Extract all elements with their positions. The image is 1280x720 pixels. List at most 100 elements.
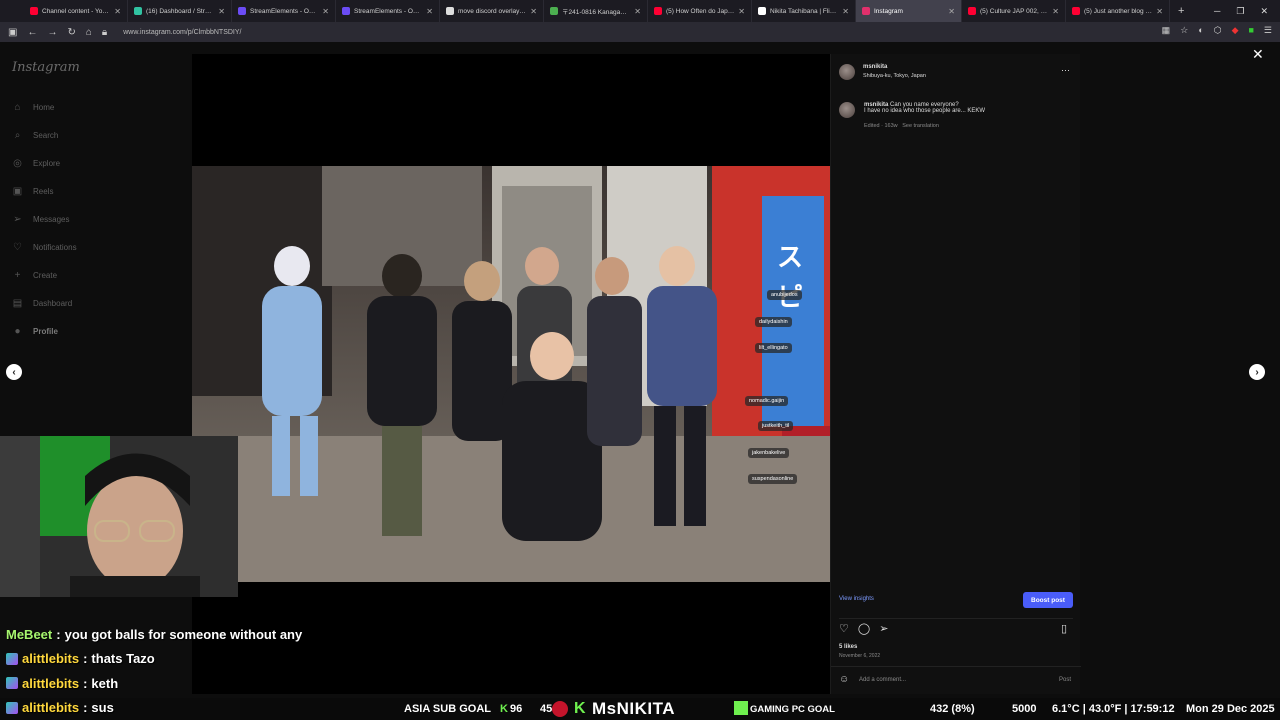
browser-tab[interactable]: 〒241-0816 Kanagawa, Yokohama✕ xyxy=(544,0,648,22)
bookmark-star-icon[interactable]: ☆ xyxy=(1180,25,1188,36)
extension-icon[interactable]: ⬡ xyxy=(1214,25,1222,36)
sidebar-item-profile[interactable]: ● Profile xyxy=(12,326,58,337)
reader-icon[interactable]: ▦ xyxy=(1162,25,1171,36)
sidebar-item-label: Messages xyxy=(33,215,70,224)
tab-close-icon[interactable]: ✕ xyxy=(322,7,329,16)
browser-tab[interactable]: Channel content - YouTube ✕ xyxy=(24,0,128,22)
browser-tab[interactable]: (16) Dashboard / Streamlabs ✕ xyxy=(128,0,232,22)
sidebar-item-create[interactable]: + Create xyxy=(12,270,57,281)
tab-close-icon[interactable]: ✕ xyxy=(1052,7,1059,16)
user-tag[interactable]: jakenbakelive xyxy=(748,448,790,458)
share-icon[interactable]: ➢ xyxy=(879,622,888,635)
sidebar-item-dashboard[interactable]: ▤ Dashboard xyxy=(12,298,72,309)
post-comment-button[interactable]: Post xyxy=(1059,677,1071,683)
browser-tab[interactable]: move discord overlay in game✕ xyxy=(440,0,544,22)
post-location[interactable]: Shibuya-ku, Tokyo, Japan xyxy=(863,73,926,79)
home-browser-icon[interactable]: ⌂ xyxy=(86,27,92,38)
tab-close-icon[interactable]: ✕ xyxy=(114,7,121,16)
post-details-panel: msnikita Shibuya-ku, Tokyo, Japan ⋯ msni… xyxy=(830,54,1081,694)
prev-arrow-icon[interactable]: ‹ xyxy=(6,364,22,380)
plus-icon: + xyxy=(14,270,21,281)
sidebar-item-reels[interactable]: ▣ Reels xyxy=(12,186,54,197)
user-tag[interactable]: dailydaishin xyxy=(755,317,792,327)
browser-tab[interactable]: (5) How Often do Japanese ✕ xyxy=(648,0,752,22)
edited-time: Edited · 163w xyxy=(864,123,898,129)
emoji-icon[interactable]: ☺ xyxy=(839,674,849,685)
tab-close-icon[interactable]: ✕ xyxy=(738,7,745,16)
browser-tab[interactable]: Instagram ✕ xyxy=(856,0,962,22)
extension-icon[interactable]: ◆ xyxy=(1232,25,1239,36)
user-tag[interactable]: anubijedos xyxy=(767,290,802,300)
search-icon: ⌕ xyxy=(14,130,21,141)
tab-label: StreamElements - Overlays xyxy=(354,7,422,15)
sidebar-item-label: Profile xyxy=(33,327,58,336)
action-row: ♡ ◯ ➢ xyxy=(839,622,888,635)
divider xyxy=(831,666,1081,667)
user-tag[interactable]: lilt_ellingato xyxy=(755,343,792,353)
chat-username: alittlebits xyxy=(22,651,80,667)
caption-avatar[interactable] xyxy=(839,102,855,118)
browser-tab[interactable]: StreamElements - Overlays ✕ xyxy=(232,0,336,22)
likes-count[interactable]: 5 likes xyxy=(839,644,857,650)
extension-icon[interactable]: ■ xyxy=(1248,25,1253,36)
user-tag[interactable]: suspendasonline xyxy=(748,474,798,484)
browser-tab[interactable]: (5) Just another blog - YouTube ✕ xyxy=(1066,0,1170,22)
tab-close-icon[interactable]: ✕ xyxy=(842,7,849,16)
extension-icon[interactable]: ◐ xyxy=(1198,25,1203,36)
sidebar-item-search[interactable]: ⌕ Search xyxy=(12,130,59,141)
back-icon[interactable]: ← xyxy=(27,27,37,38)
tab-label: (5) Culture JAP 002, Harajuku xyxy=(980,7,1049,15)
sidebar-item-explore[interactable]: ◎ Explore xyxy=(12,158,60,169)
chat-username: alittlebits xyxy=(22,700,80,716)
next-arrow-icon[interactable]: › xyxy=(1249,364,1265,380)
sidebar-item-notifications[interactable]: ♡ Notifications xyxy=(12,242,77,253)
tab-close-icon[interactable]: ✕ xyxy=(1156,7,1163,16)
tab-label: (5) How Often do Japanese xyxy=(666,7,734,15)
instagram-logo[interactable]: Instagram xyxy=(12,60,80,75)
sidebar-item-label: Explore xyxy=(33,159,61,168)
menu-icon[interactable]: ☰ xyxy=(1264,25,1272,36)
sidebar-item-label: Create xyxy=(33,271,58,280)
user-tag[interactable]: justkeith_til xyxy=(758,421,794,431)
tab-favicon-icon xyxy=(758,7,766,15)
tab-label: StreamElements - Overlays xyxy=(250,7,318,15)
tab-close-icon[interactable]: ✕ xyxy=(530,7,537,16)
tab-label: move discord overlay in game xyxy=(458,7,527,15)
heart-icon[interactable]: ♡ xyxy=(839,622,849,635)
boost-post-button[interactable]: Boost post xyxy=(1023,592,1073,608)
close-window-icon[interactable]: ✕ xyxy=(1260,6,1268,17)
close-icon[interactable]: ✕ xyxy=(1252,46,1264,63)
chat-text: thats Tazo xyxy=(91,651,155,667)
minimize-icon[interactable]: ─ xyxy=(1214,6,1220,16)
sidebar-item-messages[interactable]: ➢ Messages xyxy=(12,214,69,225)
more-options-icon[interactable]: ⋯ xyxy=(1061,65,1070,76)
comment-icon[interactable]: ◯ xyxy=(858,622,870,635)
new-tab-icon[interactable]: + xyxy=(1178,5,1184,17)
restore-icon[interactable]: ❐ xyxy=(1236,6,1244,17)
post-photo[interactable]: ス ピ xyxy=(192,166,830,582)
chat-message: MeBeet: you got balls for someone without… xyxy=(6,622,406,647)
sidebar-item-label: Search xyxy=(33,131,59,140)
tab-label: (16) Dashboard / Streamlabs xyxy=(146,7,214,15)
user-tag[interactable]: nomadic.gaijin xyxy=(745,396,789,406)
view-insights-link[interactable]: View insights xyxy=(839,596,874,602)
sidebar-toggle-icon[interactable]: ▣ xyxy=(8,27,17,38)
see-translation-link[interactable]: See translation xyxy=(902,123,939,129)
author-avatar[interactable] xyxy=(839,64,855,80)
author-username[interactable]: msnikita xyxy=(863,64,887,70)
browser-tab[interactable]: Nikita Tachibana | Flickr ✕ xyxy=(752,0,856,22)
save-bookmark-icon[interactable]: ▯ xyxy=(1061,622,1067,635)
reload-icon[interactable]: ↻ xyxy=(67,27,75,38)
gaming-pc-icon xyxy=(734,701,748,715)
forward-icon[interactable]: → xyxy=(47,27,57,38)
browser-tab[interactable]: StreamElements - Overlays ✕ xyxy=(336,0,440,22)
tab-close-icon[interactable]: ✕ xyxy=(218,7,225,16)
caption-meta: Edited · 163w See translation xyxy=(864,123,939,129)
tab-close-icon[interactable]: ✕ xyxy=(634,7,641,16)
comment-input[interactable]: Add a comment... xyxy=(859,677,906,683)
sidebar-item-home[interactable]: ⌂ Home xyxy=(12,102,54,113)
tab-close-icon[interactable]: ✕ xyxy=(426,7,433,16)
browser-tab[interactable]: (5) Culture JAP 002, Harajuku✕ xyxy=(962,0,1066,22)
url-text[interactable]: www.instagram.com/p/ClmbbNTSDIY/ xyxy=(123,29,241,36)
tab-close-icon[interactable]: ✕ xyxy=(948,7,955,16)
